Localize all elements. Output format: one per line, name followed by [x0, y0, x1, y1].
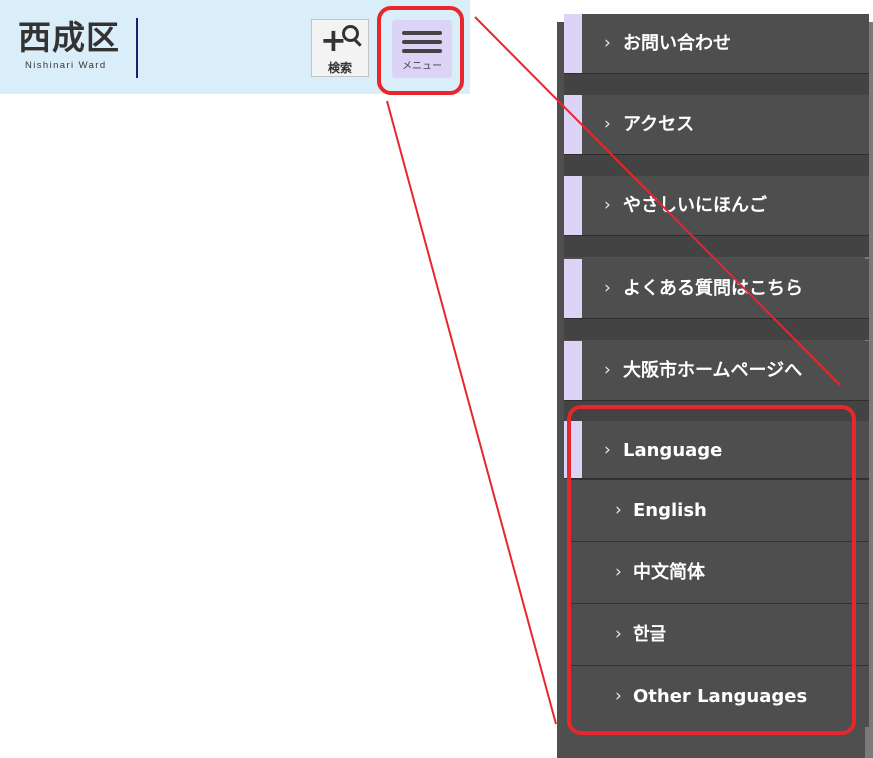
menu-item-faq[interactable]: › よくある質問はこちら [564, 259, 869, 319]
item-accent [564, 341, 582, 400]
chevron-right-icon: › [604, 278, 611, 298]
menu-item-label: 大阪市ホームページへ [623, 360, 803, 381]
chevron-right-icon: › [615, 500, 622, 520]
menu-item-easy-japanese[interactable]: › やさしいにほんご [564, 176, 869, 236]
search-button[interactable]: + 検索 [311, 19, 369, 77]
menu-button-label: メニュー [402, 61, 442, 72]
menu-divider [564, 401, 869, 422]
chevron-right-icon: › [615, 686, 622, 706]
menu-item-access[interactable]: › アクセス [564, 95, 869, 155]
connector-line-bottom [386, 100, 557, 725]
language-option-english[interactable]: › English [571, 479, 869, 541]
menu-divider [564, 319, 869, 340]
language-option-other[interactable]: › Other Languages [571, 665, 869, 727]
hamburger-icon-bar [402, 49, 442, 53]
chevron-right-icon: › [615, 624, 622, 644]
language-option-korean[interactable]: › 한글 [571, 603, 869, 665]
site-header: 西成区 Nishinari Ward + 検索 メニュー [0, 0, 470, 94]
menu-item-contact[interactable]: › お問い合わせ [564, 14, 869, 74]
menu-item-label: アクセス [623, 114, 695, 135]
language-option-label: Other Languages [633, 686, 808, 707]
item-accent [564, 259, 582, 318]
chevron-right-icon: › [604, 360, 611, 380]
language-option-label: 中文简体 [633, 562, 705, 583]
menu-button[interactable]: メニュー [392, 20, 452, 78]
menu-item-osaka-city-homepage[interactable]: › 大阪市ホームページへ [564, 341, 869, 401]
language-option-chinese-simplified[interactable]: › 中文简体 [571, 541, 869, 603]
chevron-right-icon: › [604, 33, 611, 53]
item-accent [564, 176, 582, 235]
menu-divider [564, 74, 869, 95]
item-accent [564, 421, 582, 478]
chevron-right-icon: › [604, 195, 611, 215]
chevron-right-icon: › [604, 114, 611, 134]
language-option-label: 한글 [633, 624, 667, 645]
chevron-right-icon: › [615, 562, 622, 582]
hamburger-icon-bar [402, 40, 442, 44]
menu-item-language[interactable]: › Language [564, 421, 869, 479]
item-accent [564, 14, 582, 73]
hamburger-icon [402, 31, 442, 35]
nishinari-ward-logo[interactable]: 西成区 Nishinari Ward [18, 18, 138, 78]
menu-divider [564, 155, 869, 176]
menu-item-label: Language [623, 440, 723, 461]
logo-title: 西成区 [18, 18, 120, 57]
search-button-label: 検索 [327, 61, 352, 75]
menu-item-label: お問い合わせ [623, 33, 731, 54]
menu-item-label: よくある質問はこちら [623, 278, 803, 299]
menu-divider [564, 236, 869, 257]
item-accent [564, 95, 582, 154]
language-option-label: English [633, 500, 707, 521]
search-icon-handle [353, 38, 362, 47]
chevron-right-icon: › [604, 440, 611, 460]
logo-subtitle: Nishinari Ward [25, 60, 107, 71]
menu-item-label: やさしいにほんご [623, 195, 767, 216]
